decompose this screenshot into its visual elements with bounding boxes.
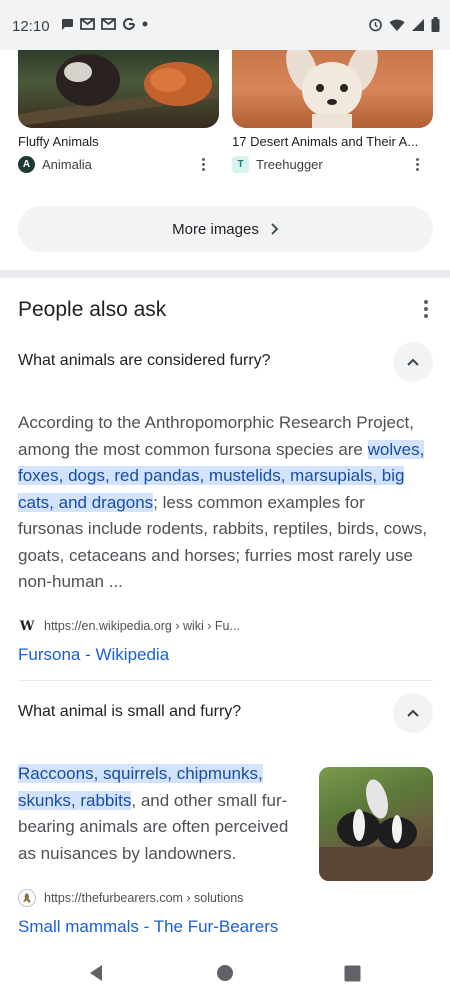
image-card[interactable]: 17 Desert Animals and Their A... T Treeh… (232, 50, 433, 173)
recents-square-icon (344, 965, 360, 981)
system-icons (368, 17, 440, 32)
section-divider (0, 270, 450, 278)
navigation-bar (0, 945, 450, 1000)
people-also-ask-title: People also ask (18, 298, 167, 321)
source-url[interactable]: W https://en.wikipedia.org › wiki › Fu..… (18, 617, 240, 635)
red-panda-image[interactable] (18, 50, 219, 128)
image-title[interactable]: 17 Desert Animals and Their A... (232, 134, 433, 149)
image-source-name: Animalia (42, 156, 92, 172)
back-triangle-icon (90, 965, 102, 981)
source-url[interactable]: https://thefurbearers.com › solutions (18, 889, 243, 907)
furbearers-icon (18, 889, 36, 907)
back-button[interactable] (84, 963, 108, 983)
chevron-up-icon (407, 358, 419, 366)
image-source[interactable]: T Treehugger (232, 155, 433, 173)
treehugger-logo-icon: T (232, 155, 249, 173)
result-link[interactable]: Fursona - Wikipedia (18, 645, 169, 665)
chat-icon (62, 19, 73, 30)
status-bar: 12:10 (0, 0, 450, 50)
result-link[interactable]: Small mammals - The Fur-Bearers (18, 917, 278, 937)
notification-icons (60, 17, 148, 31)
image-source-name: Treehugger (256, 156, 323, 172)
dot-icon (142, 21, 148, 27)
collapse-button[interactable] (393, 342, 433, 382)
home-button[interactable] (213, 963, 237, 983)
source-url-text: https://thefurbearers.com › solutions (44, 891, 244, 905)
answer-text: According to the Anthropomorphic Researc… (18, 413, 414, 459)
recents-button[interactable] (340, 963, 364, 983)
wifi-icon (389, 19, 405, 31)
image-source[interactable]: A Animalia (18, 155, 219, 173)
wikipedia-icon: W (19, 618, 35, 634)
battery-icon (431, 17, 440, 32)
gmail-icon (80, 18, 95, 30)
question-1[interactable]: What animals are considered furry? (18, 352, 433, 370)
alarm-icon (369, 18, 382, 32)
image-results: Fluffy Animals A Animalia 17 Desert Anim… (18, 50, 434, 180)
more-images-button[interactable]: More images (18, 206, 433, 252)
skunk-image[interactable] (319, 767, 433, 881)
more-images-label: More images (172, 220, 259, 238)
collapse-button[interactable] (393, 693, 433, 733)
chevron-right-icon (271, 223, 279, 235)
gmail-icon (101, 18, 116, 30)
question-2[interactable]: What animal is small and furry? (18, 703, 433, 721)
answer-1: According to the Anthropomorphic Researc… (18, 410, 428, 596)
image-title[interactable]: Fluffy Animals (18, 134, 219, 149)
image-card[interactable]: Fluffy Animals A Animalia (18, 50, 219, 173)
more-options-icon[interactable] (409, 156, 425, 172)
chevron-up-icon (407, 709, 419, 717)
animalia-logo-icon: A (18, 155, 35, 173)
more-options-icon[interactable] (418, 300, 434, 318)
more-options-icon[interactable] (195, 156, 211, 172)
google-icon (123, 17, 135, 30)
signal-icon (412, 18, 424, 31)
divider (18, 680, 433, 681)
answer-2: Raccoons, squirrels, chipmunks, skunks, … (18, 761, 308, 867)
home-circle-icon (217, 965, 233, 981)
status-time: 12:10 (12, 18, 50, 35)
fennec-fox-image[interactable] (232, 50, 433, 128)
source-url-text: https://en.wikipedia.org › wiki › Fu... (44, 619, 240, 633)
